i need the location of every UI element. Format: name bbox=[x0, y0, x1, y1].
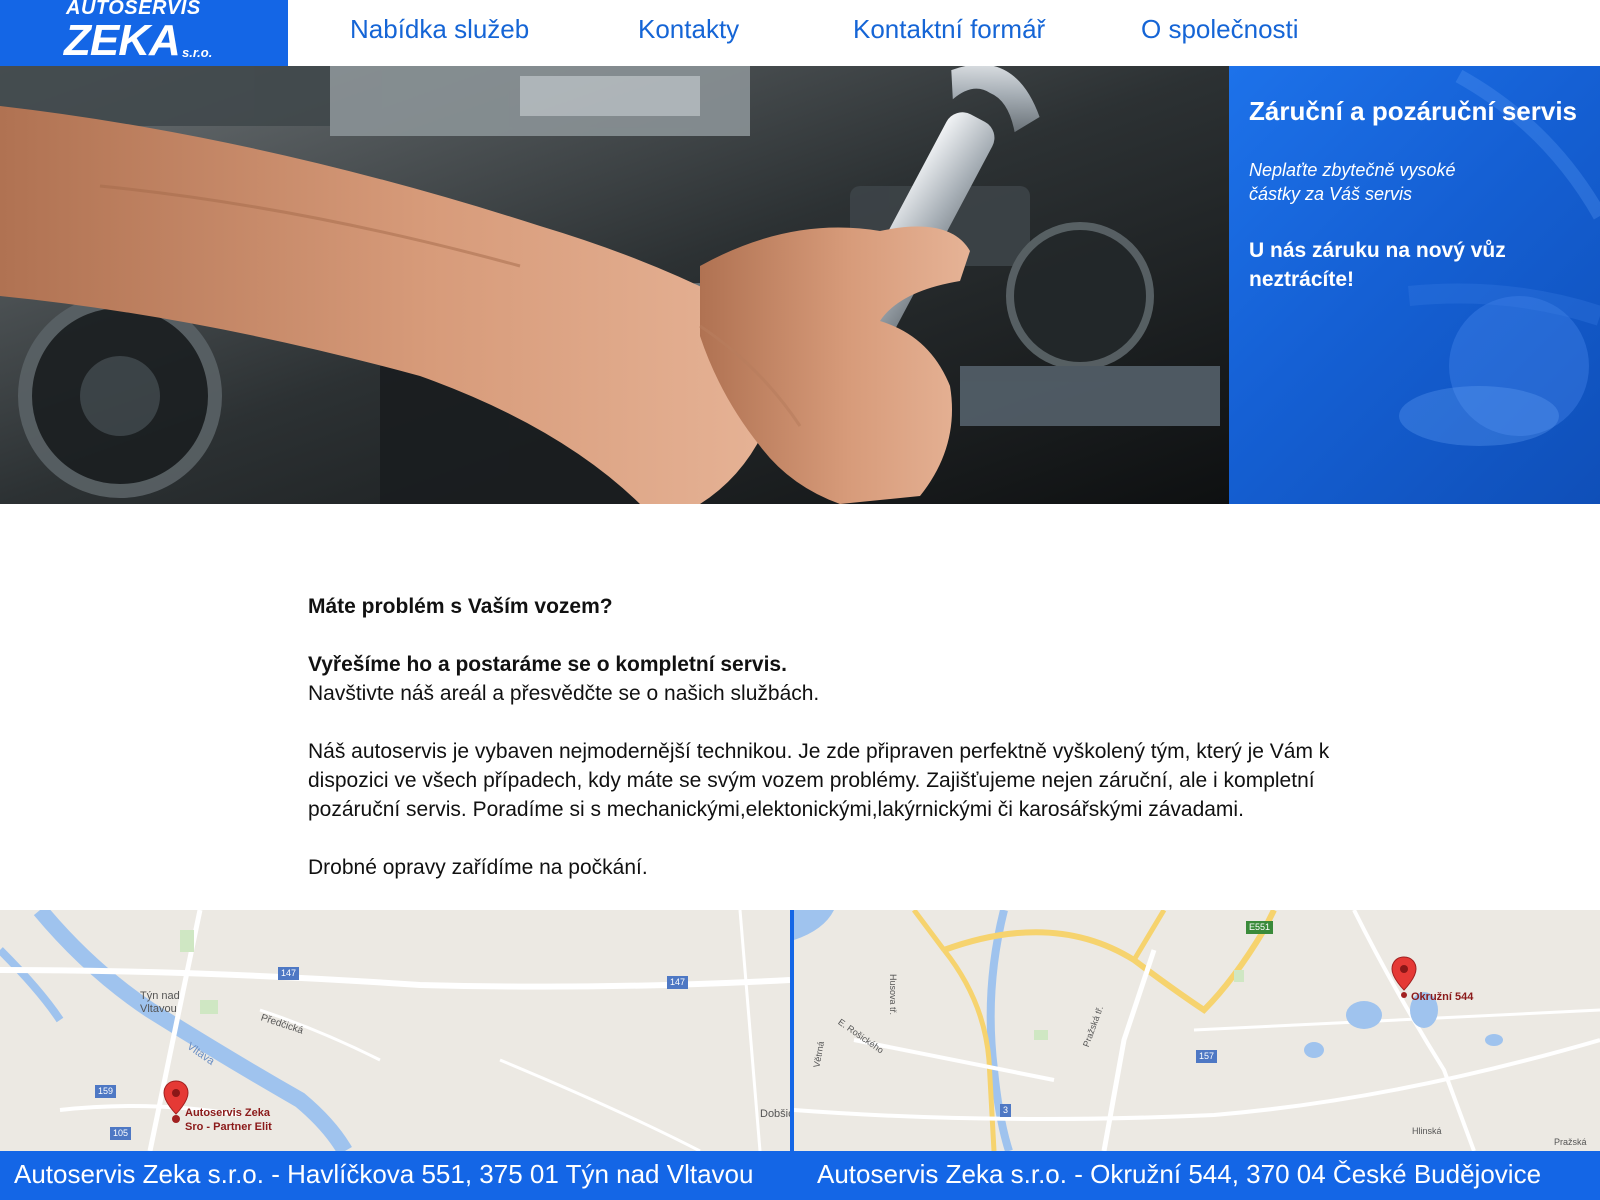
map-tyn-nad-vltavou[interactable]: Týn nad Vltavou Vltava Předčická Dobšic … bbox=[0, 910, 790, 1151]
company-logo[interactable]: AUTOSERVIS ZEKA s.r.o. bbox=[0, 0, 288, 66]
hero-banner: Záruční a pozáruční servis Neplaťte zbyt… bbox=[0, 66, 1600, 504]
nav-item-contact-form[interactable]: Kontaktní formář bbox=[853, 14, 1045, 45]
intro-visit: Navštivte náš areál a přesvědčte se o na… bbox=[308, 682, 820, 705]
road-sign: E551 bbox=[1246, 921, 1274, 934]
map-place-label: Dobšic bbox=[760, 1108, 790, 1120]
road-sign: 105 bbox=[110, 1127, 132, 1140]
promo-title: Záruční a pozáruční servis bbox=[1249, 96, 1578, 126]
map-marker-label: Okružní 544 bbox=[1411, 991, 1474, 1003]
promo-panel: Záruční a pozáruční servis Neplaťte zbyt… bbox=[1229, 66, 1600, 504]
map-marker-label-line2: Sro - Partner Elit bbox=[185, 1121, 272, 1133]
nav-item-contacts[interactable]: Kontakty bbox=[638, 14, 739, 45]
road-sign: 3 bbox=[1000, 1104, 1012, 1117]
promo-subtitle: Neplaťte zbytečně vysoké částky za Váš s… bbox=[1249, 160, 1456, 204]
nav-item-about[interactable]: O společnosti bbox=[1141, 14, 1299, 45]
location-maps: Týn nad Vltavou Vltava Předčická Dobšic … bbox=[0, 910, 1600, 1151]
road-sign: 157 bbox=[1196, 1050, 1218, 1063]
intro-description: Náš autoservis je vybaven nejmodernější … bbox=[308, 740, 1330, 821]
road-sign: 159 bbox=[95, 1085, 117, 1098]
footer-bar: Autoservis Zeka s.r.o. - Havlíčkova 551,… bbox=[0, 1151, 1600, 1200]
map-street-label: Hlinská bbox=[1412, 1126, 1442, 1136]
map-marker-label-line1: Autoservis Zeka bbox=[185, 1107, 270, 1119]
promo-highlight: U nás záruku na nový vůz neztrácíte! bbox=[1249, 239, 1506, 291]
map-street-label: Pražská bbox=[1554, 1137, 1587, 1147]
nav-item-services[interactable]: Nabídka služeb bbox=[350, 14, 529, 45]
intro-question: Máte problém s Vaším vozem? bbox=[308, 595, 613, 618]
intro-answer: Vyřešíme ho a postaráme se o kompletní s… bbox=[308, 653, 787, 676]
map-ceske-budejovice[interactable]: Husova tř. E. Rošického Pražská tř. Větr… bbox=[794, 910, 1600, 1151]
footer-address-left: Autoservis Zeka s.r.o. - Havlíčkova 551,… bbox=[14, 1159, 754, 1189]
road-sign: 147 bbox=[667, 976, 689, 989]
intro-text: Máte problém s Vaším vozem? Vyřešíme ho … bbox=[308, 592, 1388, 882]
map-town-line2: Vltavou bbox=[140, 1003, 177, 1015]
mechanic-hand-wrench-photo bbox=[0, 66, 1229, 504]
road-sign: 147 bbox=[278, 967, 300, 980]
map-street-label: Husova tř. bbox=[888, 973, 899, 1016]
footer-address-right: Autoservis Zeka s.r.o. - Okružní 544, 37… bbox=[817, 1159, 1542, 1189]
logo-suffix: s.r.o. bbox=[182, 45, 213, 60]
logo-main-text: ZEKA bbox=[64, 16, 181, 65]
map-town-line1: Týn nad bbox=[140, 990, 180, 1002]
site-header: AUTOSERVIS ZEKA s.r.o. Nabídka služeb Ko… bbox=[0, 0, 1600, 66]
intro-small-repairs: Drobné opravy zařídíme na počkání. bbox=[308, 856, 648, 879]
